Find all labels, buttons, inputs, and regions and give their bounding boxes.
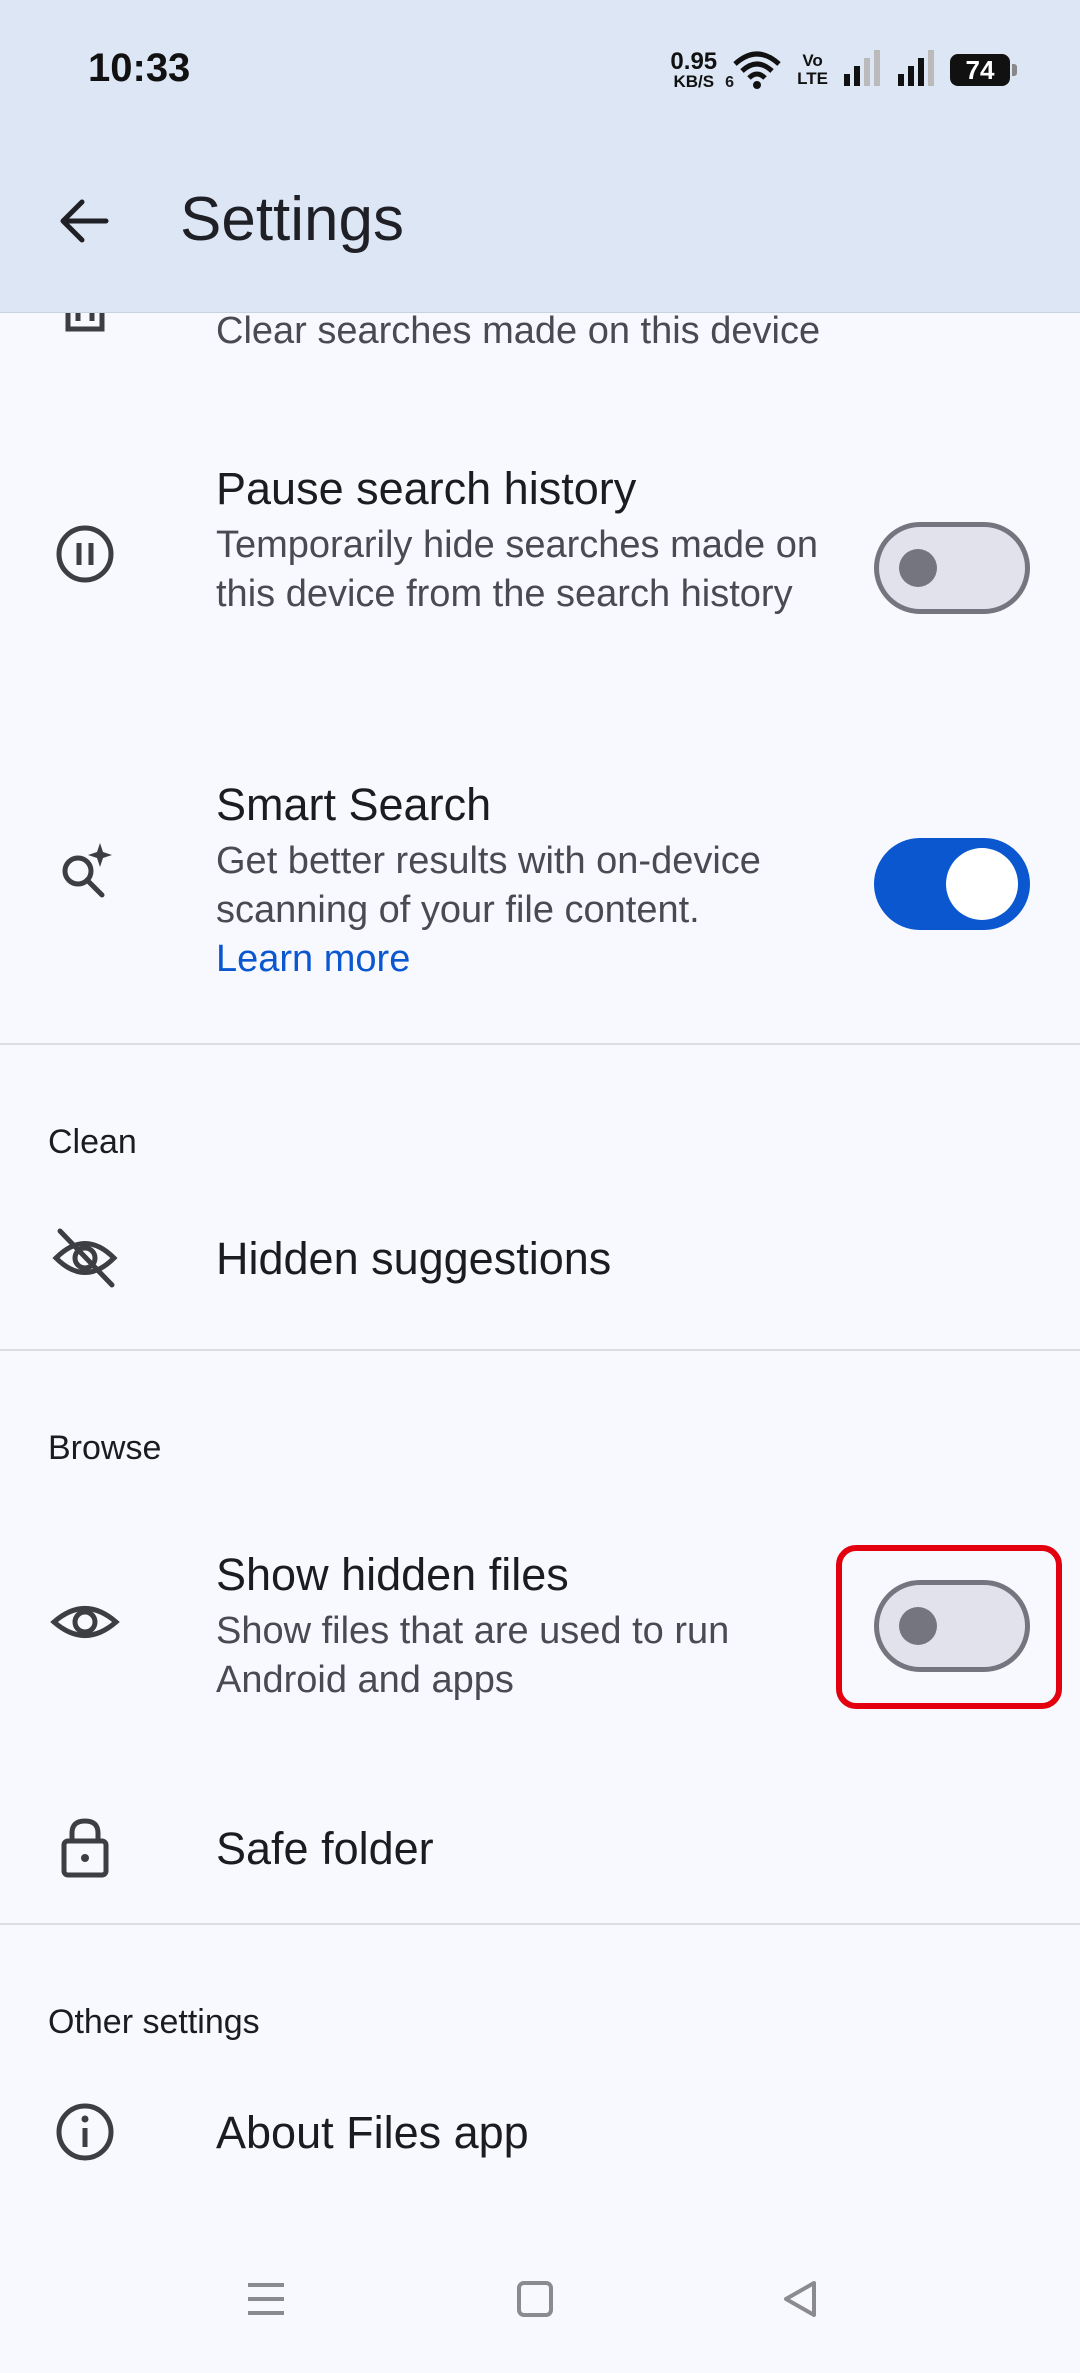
settings-list[interactable]: Clear searches made on this device Pause… [0, 313, 1080, 2225]
smart-search-switch[interactable] [874, 838, 1030, 930]
home-icon[interactable] [505, 2269, 565, 2329]
visibility-icon [50, 1587, 120, 1657]
network-speed: 0.95 KB/S [670, 47, 718, 91]
network-speed-value: 0.95 [670, 47, 718, 75]
clear-search-history-item[interactable]: Clear searches made on this device [0, 313, 1080, 403]
pause-search-history-subtitle: Temporarily hide searches made on this d… [216, 524, 818, 615]
status-time: 10:33 [88, 46, 191, 90]
toggle-knob [899, 549, 937, 587]
pause-icon [50, 519, 120, 589]
hidden-suggestions-item[interactable]: Hidden suggestions [0, 1193, 1080, 1323]
about-files-app-title: About Files app [216, 2107, 529, 2158]
learn-more-link[interactable]: Learn more [216, 935, 410, 984]
safe-folder-title: Safe folder [216, 1823, 434, 1874]
back-nav-icon[interactable] [770, 2269, 830, 2329]
lock-icon [50, 1813, 120, 1883]
toggle-knob [946, 848, 1018, 920]
safe-folder-item[interactable]: Safe folder [0, 1793, 1080, 1923]
section-label-other: Other settings [48, 2003, 260, 2041]
smart-search-icon [50, 833, 120, 903]
smart-search-subtitle: Get better results with on-device scanni… [216, 840, 761, 931]
battery-indicator: 74 [950, 54, 1017, 86]
arrow-back-icon[interactable] [50, 186, 120, 256]
volte-indicator: Vo LTE [797, 52, 828, 88]
show-hidden-files-title: Show hidden files [216, 1549, 569, 1600]
page-title: Settings [180, 185, 405, 254]
divider [0, 1349, 1080, 1351]
signal-icon-2 [896, 49, 936, 91]
status-icons: 0.95 KB/S 6 Vo LTE 74 [670, 47, 1017, 92]
divider [0, 1923, 1080, 1925]
network-speed-unit: KB/S [673, 71, 715, 91]
volte-line-1: Vo [802, 51, 823, 70]
delete-history-icon [50, 313, 120, 343]
about-files-app-item[interactable]: About Files app [0, 2073, 1080, 2203]
menu-icon[interactable] [236, 2269, 296, 2329]
status-bar: 10:33 0.95 KB/S 6 Vo LTE 74 [0, 0, 1080, 140]
signal-icon [842, 49, 882, 91]
system-nav-bar [0, 2225, 1080, 2373]
pause-search-history-title: Pause search history [216, 463, 637, 514]
wifi-badge: 6 [725, 74, 735, 91]
section-label-clean: Clean [48, 1123, 137, 1161]
highlight-box [836, 1545, 1062, 1709]
show-hidden-files-subtitle: Show files that are used to run Android … [216, 1610, 730, 1701]
volte-line-2: LTE [797, 69, 828, 88]
hidden-suggestions-title: Hidden suggestions [216, 1233, 612, 1284]
info-icon [50, 2097, 120, 2167]
divider [0, 1043, 1080, 1045]
section-label-browse: Browse [48, 1429, 162, 1467]
pause-search-history-switch[interactable] [874, 522, 1030, 614]
app-bar: Settings [0, 140, 1080, 313]
smart-search-title: Smart Search [216, 779, 492, 830]
wifi-icon: 6 [725, 50, 783, 91]
clear-search-history-subtitle: Clear searches made on this device [216, 313, 821, 352]
visibility-off-icon [50, 1223, 120, 1293]
